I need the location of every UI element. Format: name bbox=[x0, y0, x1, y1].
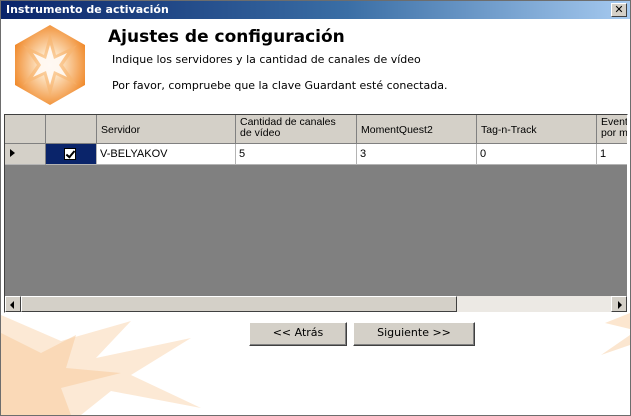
cell-event[interactable]: 1 bbox=[597, 144, 627, 165]
servers-grid[interactable]: Servidor Cantidad de canales de vídeo Mo… bbox=[4, 114, 628, 313]
page-subtitle: Indique los servidores y la cantidad de … bbox=[112, 53, 421, 66]
column-header-video-channels[interactable]: Cantidad de canales de vídeo bbox=[236, 115, 357, 144]
footer-panel: << Atrás Siguiente >> bbox=[1, 313, 630, 415]
row-header[interactable] bbox=[5, 144, 46, 165]
cell-video-channels[interactable]: 5 bbox=[236, 144, 357, 165]
header-panel: Ajustes de configuración Indique los ser… bbox=[1, 19, 630, 114]
arrow-right-icon bbox=[618, 301, 622, 309]
arrow-left-icon bbox=[10, 301, 14, 309]
column-header-event[interactable]: Event por m bbox=[597, 115, 627, 144]
next-button[interactable]: Siguiente >> bbox=[353, 322, 475, 346]
activation-window: Instrumento de activación ✕ Ajustes de c… bbox=[0, 0, 631, 416]
horizontal-scrollbar[interactable] bbox=[5, 296, 627, 312]
column-header-server[interactable]: Servidor bbox=[97, 115, 236, 144]
row-header-corner bbox=[5, 115, 46, 144]
title-bar[interactable]: Instrumento de activación ✕ bbox=[1, 1, 630, 19]
page-title: Ajustes de configuración bbox=[108, 27, 345, 47]
column-header-momentquest2[interactable]: MomentQuest2 bbox=[357, 115, 477, 144]
current-row-arrow-icon bbox=[10, 149, 15, 157]
close-button[interactable]: ✕ bbox=[611, 3, 627, 17]
orange-star-logo-icon bbox=[15, 25, 85, 105]
cell-server[interactable]: V-BELYAKOV bbox=[97, 144, 236, 165]
dongle-notice: Por favor, compruebe que la clave Guarda… bbox=[112, 79, 448, 92]
cell-tag-n-track[interactable]: 0 bbox=[477, 144, 597, 165]
window-title: Instrumento de activación bbox=[6, 3, 169, 16]
cell-momentquest2[interactable]: 3 bbox=[357, 144, 477, 165]
back-button[interactable]: << Atrás bbox=[249, 322, 347, 346]
server-enabled-checkbox[interactable] bbox=[64, 148, 76, 160]
column-header-check[interactable] bbox=[46, 115, 97, 144]
cell-enabled[interactable] bbox=[46, 144, 97, 165]
column-header-tag-n-track[interactable]: Tag-n-Track bbox=[477, 115, 597, 144]
scroll-left-button[interactable] bbox=[5, 296, 21, 312]
scrollbar-thumb[interactable] bbox=[21, 296, 457, 312]
scroll-right-button[interactable] bbox=[611, 296, 627, 312]
